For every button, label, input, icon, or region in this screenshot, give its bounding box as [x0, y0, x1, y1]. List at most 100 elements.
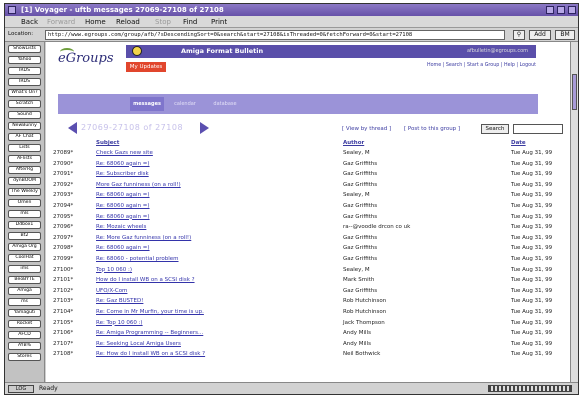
group-email[interactable]: afbulletin@egroups.com: [467, 48, 528, 54]
sidebar-item[interactable]: BeoBYTE: [8, 276, 41, 284]
message-number: 27108*: [53, 351, 74, 358]
sidebar-item[interactable]: Rocket: [8, 320, 41, 328]
table-row: 27101* How do I install WB on a SCSI disk…: [46, 276, 570, 285]
tab-messages[interactable]: messages: [130, 97, 164, 111]
depth-box-icon[interactable]: [568, 6, 576, 14]
message-subject-link[interactable]: Check Gazs new site: [96, 149, 153, 158]
sidebar-item[interactable]: Yamaguti: [8, 309, 41, 317]
sidebar-item[interactable]: ms: [8, 298, 41, 306]
message-subject-link[interactable]: Re: 68060 again =): [96, 160, 150, 169]
find-button[interactable]: Find: [183, 17, 197, 27]
column-header-author[interactable]: Author: [343, 140, 364, 146]
message-subject-link[interactable]: UFO/X-Com: [96, 287, 127, 296]
previous-page-icon[interactable]: [68, 122, 77, 134]
sidebar-item[interactable]: Sound: [8, 111, 41, 119]
sidebar-item[interactable]: Amiga: [8, 287, 41, 295]
message-subject-link[interactable]: Re: Subscriber disk: [96, 170, 149, 179]
message-subject-link[interactable]: Re: Mozaic wheels: [96, 223, 146, 232]
title-bar[interactable]: [1] Voyager - uftb messages 27069-27108 …: [5, 4, 578, 16]
table-row: 27105* Re: Top 10 060 :) Jack Thompson Tue …: [46, 319, 570, 328]
table-row: 27103* Re: Gaz BUSTED! Rob Hutchinson Tue A…: [46, 297, 570, 306]
url-field[interactable]: http://www.egroups.com/group/afb/?sDesce…: [45, 30, 505, 40]
sidebar-item[interactable]: AYB%: [8, 342, 41, 350]
reload-button[interactable]: Reload: [116, 17, 140, 27]
sidebar-item[interactable]: CoolHat: [8, 254, 41, 262]
view-by-thread-link[interactable]: [ View by thread ]: [342, 126, 391, 132]
sidebar-item[interactable]: Bt2: [8, 232, 41, 240]
message-number: 27091*: [53, 171, 74, 178]
sidebar-item[interactable]: AF Chat: [8, 133, 41, 141]
table-row: 27104* Re: Come in Mr Murfin, your time i…: [46, 308, 570, 317]
group-icon: [132, 46, 142, 56]
add-bookmark-button[interactable]: Add: [529, 30, 551, 40]
message-date: Tue Aug 31, 99: [511, 351, 553, 358]
sidebar-item[interactable]: Amiga Org: [8, 243, 41, 251]
stop-button[interactable]: Stop: [155, 17, 171, 27]
sidebar-item[interactable]: IRDS: [8, 67, 41, 75]
back-button[interactable]: Back: [21, 17, 38, 27]
column-header-subject[interactable]: Subject: [96, 140, 119, 146]
sidebar-item[interactable]: The Weekly: [8, 188, 41, 196]
tab-calendar[interactable]: calendar: [168, 97, 202, 111]
message-subject-link[interactable]: Re: Come in Mr Murfin, your time is up.: [96, 308, 204, 317]
search-button[interactable]: Search: [481, 124, 509, 134]
top-links[interactable]: Home | Search | Start a Group | Help | L…: [346, 63, 536, 68]
message-subject-link[interactable]: More Gaz funniness (on a roll!): [96, 181, 181, 190]
scrollbar-thumb[interactable]: [572, 74, 577, 110]
sidebar-item[interactable]: dynBOOM: [8, 177, 41, 185]
message-subject-link[interactable]: How do I install WB on a SCSI disk ?: [96, 276, 195, 285]
minimize-box-icon[interactable]: [557, 6, 565, 14]
forward-button[interactable]: Forward: [47, 17, 75, 27]
message-range: 27069-27108 of 27108: [81, 123, 184, 132]
next-page-icon[interactable]: [200, 122, 209, 134]
close-box-icon[interactable]: [8, 6, 16, 14]
search-input[interactable]: [513, 124, 563, 134]
sidebar-item[interactable]: ShowLists: [8, 45, 41, 53]
message-subject-link[interactable]: Re: More Gaz funniness (on a roll!): [96, 234, 191, 243]
sidebar-item[interactable]: Omen: [8, 199, 41, 207]
my-updates-button[interactable]: My Updates: [126, 62, 166, 72]
message-subject-link[interactable]: Re: 68060 again =): [96, 244, 150, 253]
sidebar-item[interactable]: Lists: [8, 144, 41, 152]
sidebar-item[interactable]: Yahoo: [8, 56, 41, 64]
table-row: 27092* More Gaz funniness (on a roll!) Gaz…: [46, 181, 570, 190]
message-subject-link[interactable]: Re: 68060 - potential problem: [96, 255, 179, 264]
egroups-logo[interactable]: eGroups: [58, 51, 114, 66]
sidebar-item[interactable]: AFCD: [8, 331, 41, 339]
message-subject-link[interactable]: Re: How do I install WB on a SCSI disk ?: [96, 350, 205, 359]
message-subject-link[interactable]: Re: 68060 again =): [96, 202, 150, 211]
message-subject-link[interactable]: Top 10 060 :): [96, 266, 132, 275]
sidebar-item[interactable]: NewBunny: [8, 122, 41, 130]
page-content: eGroups Amiga Format Bulletin afbulletin…: [46, 42, 570, 382]
message-subject-link[interactable]: Re: Gaz BUSTED!: [96, 297, 143, 306]
message-date: Tue Aug 31, 99: [511, 266, 553, 273]
message-subject-link[interactable]: Re: 68060 again =): [96, 191, 150, 200]
tab-database[interactable]: database: [208, 97, 242, 111]
column-header-date[interactable]: Date: [511, 140, 526, 146]
zoom-box-icon[interactable]: [546, 6, 554, 14]
message-author: Neil Bothwick: [343, 351, 381, 358]
status-icon[interactable]: LOG: [8, 385, 34, 393]
search-icon[interactable]: ⚲: [513, 30, 525, 40]
bookmarks-button[interactable]: BM: [555, 30, 575, 40]
vertical-scrollbar[interactable]: [570, 42, 578, 382]
sidebar-item[interactable]: mls: [8, 210, 41, 218]
post-to-group-link[interactable]: [ Post to this group ]: [404, 126, 460, 132]
sidebar-item[interactable]: ims: [8, 265, 41, 273]
toolbar: Back Forward Home Reload Stop Find Print: [5, 16, 578, 28]
table-row: 27093* Re: 68060 again =) Sealey, M Tue Aug…: [46, 191, 570, 200]
sidebar-item[interactable]: Scratch: [8, 100, 41, 108]
sidebar-item[interactable]: IRDS: [8, 78, 41, 86]
message-subject-link[interactable]: Re: Amiga Programming -- Beginners...: [96, 329, 203, 338]
message-number: 27089*: [53, 150, 74, 156]
message-subject-link[interactable]: Re: 68060 again =): [96, 213, 150, 222]
print-button[interactable]: Print: [211, 17, 227, 27]
message-subject-link[interactable]: Re: Top 10 060 :): [96, 319, 143, 328]
sidebar-item[interactable]: What's On?: [8, 89, 41, 97]
sidebar-item[interactable]: AfterRg: [8, 166, 41, 174]
sidebar-item[interactable]: Stores: [8, 353, 41, 361]
sidebar-item[interactable]: Ddbox1: [8, 221, 41, 229]
home-button[interactable]: Home: [85, 17, 106, 27]
sidebar-item[interactable]: AFlists: [8, 155, 41, 163]
message-subject-link[interactable]: Re: Seeking Local Amiga Users: [96, 340, 181, 349]
